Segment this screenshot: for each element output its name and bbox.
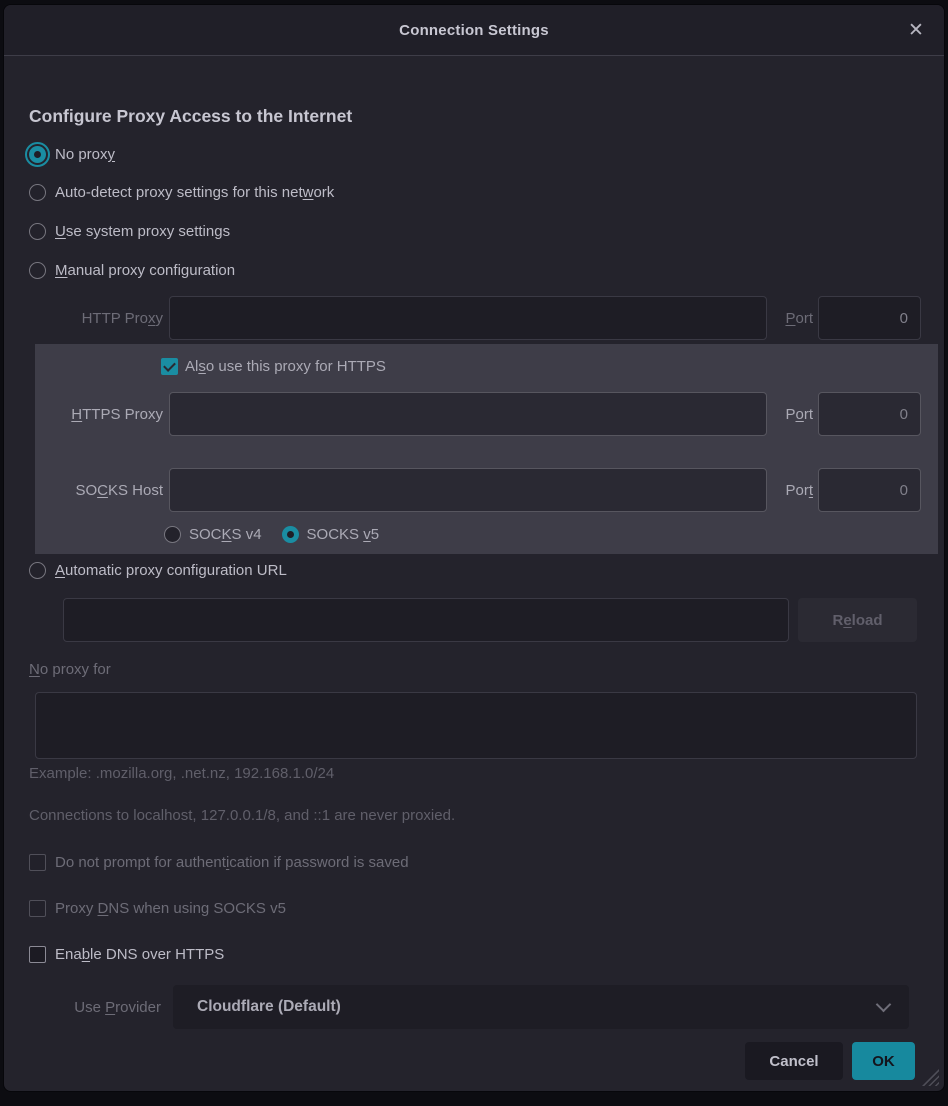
radio-auto-url-label: Automatic proxy configuration URL bbox=[55, 562, 287, 579]
also-https-checkbox[interactable] bbox=[161, 358, 178, 375]
socks-v5-label: SOCKS v5 bbox=[307, 526, 380, 543]
titlebar: Connection Settings ✕ bbox=[4, 5, 944, 56]
radio-system-proxy[interactable] bbox=[29, 223, 46, 240]
radio-no-proxy-label: No proxy bbox=[55, 146, 115, 163]
http-proxy-label: HTTP Proxy bbox=[29, 310, 163, 327]
provider-dropdown[interactable]: Cloudflare (Default) bbox=[173, 985, 909, 1029]
proxy-dns-label: Proxy DNS when using SOCKS v5 bbox=[55, 900, 286, 917]
localhost-help-row: Connections to localhost, 127.0.0.1/8, a… bbox=[29, 807, 455, 824]
no-proxy-for-textarea[interactable] bbox=[35, 692, 917, 759]
proxy-dns-option[interactable]: Proxy DNS when using SOCKS v5 bbox=[29, 900, 286, 917]
proxy-dns-checkbox[interactable] bbox=[29, 900, 46, 917]
http-port-label: Port bbox=[771, 310, 813, 327]
close-icon: ✕ bbox=[908, 19, 924, 42]
https-port-input[interactable] bbox=[818, 392, 921, 436]
radio-autodetect-label: Auto-detect proxy settings for this netw… bbox=[55, 184, 334, 201]
radio-option-manual-proxy[interactable]: Manual proxy configuration bbox=[29, 262, 235, 279]
radio-option-no-proxy[interactable]: No proxy bbox=[29, 146, 115, 163]
https-port-label: Port bbox=[771, 406, 813, 423]
radio-socks-v5[interactable] bbox=[282, 526, 299, 543]
radio-manual-proxy-label: Manual proxy configuration bbox=[55, 262, 235, 279]
no-prompt-auth-label: Do not prompt for authentication if pass… bbox=[55, 854, 409, 871]
no-prompt-auth-checkbox[interactable] bbox=[29, 854, 46, 871]
socks-host-input[interactable] bbox=[169, 468, 767, 512]
section-heading: Configure Proxy Access to the Internet bbox=[29, 106, 352, 127]
radio-option-auto-url[interactable]: Automatic proxy configuration URL bbox=[29, 562, 287, 579]
reload-button-label: Reload bbox=[832, 612, 882, 629]
localhost-help-text: Connections to localhost, 127.0.0.1/8, a… bbox=[29, 807, 455, 824]
example-help-text: Example: .mozilla.org, .net.nz, 192.168.… bbox=[29, 765, 334, 782]
https-socks-highlight bbox=[35, 344, 938, 554]
radio-socks-v4[interactable] bbox=[164, 526, 181, 543]
http-proxy-row: HTTP Proxy Port bbox=[29, 296, 921, 340]
dialog-actions: Cancel OK bbox=[745, 1042, 915, 1080]
http-port-input[interactable] bbox=[818, 296, 921, 340]
dialog-title: Connection Settings bbox=[399, 22, 549, 39]
no-proxy-for-label: No proxy for bbox=[29, 661, 111, 678]
socks-v4-label: SOCKS v4 bbox=[189, 526, 262, 543]
socks-host-label: SOCKS Host bbox=[29, 482, 163, 499]
socks-port-input[interactable] bbox=[818, 468, 921, 512]
reload-button[interactable]: Reload bbox=[798, 598, 917, 642]
also-https-label: Also use this proxy for HTTPS bbox=[185, 358, 386, 375]
socks-port-label: Port bbox=[771, 482, 813, 499]
socks-version-row: SOCKS v4 SOCKS v5 bbox=[164, 526, 379, 543]
resize-grip[interactable] bbox=[922, 1069, 939, 1086]
radio-option-system-proxy[interactable]: Use system proxy settings bbox=[29, 223, 230, 240]
radio-manual-proxy[interactable] bbox=[29, 262, 46, 279]
page-background: { "window": { "title": "Connection Setti… bbox=[0, 0, 948, 1106]
radio-autodetect[interactable] bbox=[29, 184, 46, 201]
example-help-row: Example: .mozilla.org, .net.nz, 192.168.… bbox=[29, 765, 334, 782]
radio-system-proxy-label: Use system proxy settings bbox=[55, 223, 230, 240]
close-button[interactable]: ✕ bbox=[902, 16, 930, 44]
no-prompt-auth-option[interactable]: Do not prompt for authentication if pass… bbox=[29, 854, 409, 871]
chevron-down-icon bbox=[876, 997, 892, 1013]
radio-no-proxy[interactable] bbox=[29, 146, 46, 163]
radio-auto-url[interactable] bbox=[29, 562, 46, 579]
cancel-button[interactable]: Cancel bbox=[745, 1042, 843, 1080]
auto-config-url-input[interactable] bbox=[63, 598, 789, 642]
provider-row: Use Provider Cloudflare (Default) bbox=[29, 985, 909, 1029]
socks-host-row: SOCKS Host Port bbox=[29, 468, 921, 512]
also-https-option[interactable]: Also use this proxy for HTTPS bbox=[161, 358, 386, 375]
connection-settings-dialog: Connection Settings ✕ Configure Proxy Ac… bbox=[3, 4, 945, 1092]
https-proxy-label: HTTPS Proxy bbox=[29, 406, 163, 423]
doh-checkbox[interactable] bbox=[29, 946, 46, 963]
doh-option[interactable]: Enable DNS over HTTPS bbox=[29, 946, 224, 963]
https-proxy-row: HTTPS Proxy Port bbox=[29, 392, 921, 436]
https-proxy-input[interactable] bbox=[169, 392, 767, 436]
http-proxy-input[interactable] bbox=[169, 296, 767, 340]
ok-button[interactable]: OK bbox=[852, 1042, 915, 1080]
no-proxy-for-label-row: No proxy for bbox=[29, 661, 111, 678]
doh-label: Enable DNS over HTTPS bbox=[55, 946, 224, 963]
provider-label: Use Provider bbox=[29, 999, 161, 1016]
auto-url-row: Reload bbox=[63, 598, 917, 642]
provider-selected-option: Cloudflare (Default) bbox=[197, 998, 341, 1016]
radio-option-autodetect[interactable]: Auto-detect proxy settings for this netw… bbox=[29, 184, 334, 201]
